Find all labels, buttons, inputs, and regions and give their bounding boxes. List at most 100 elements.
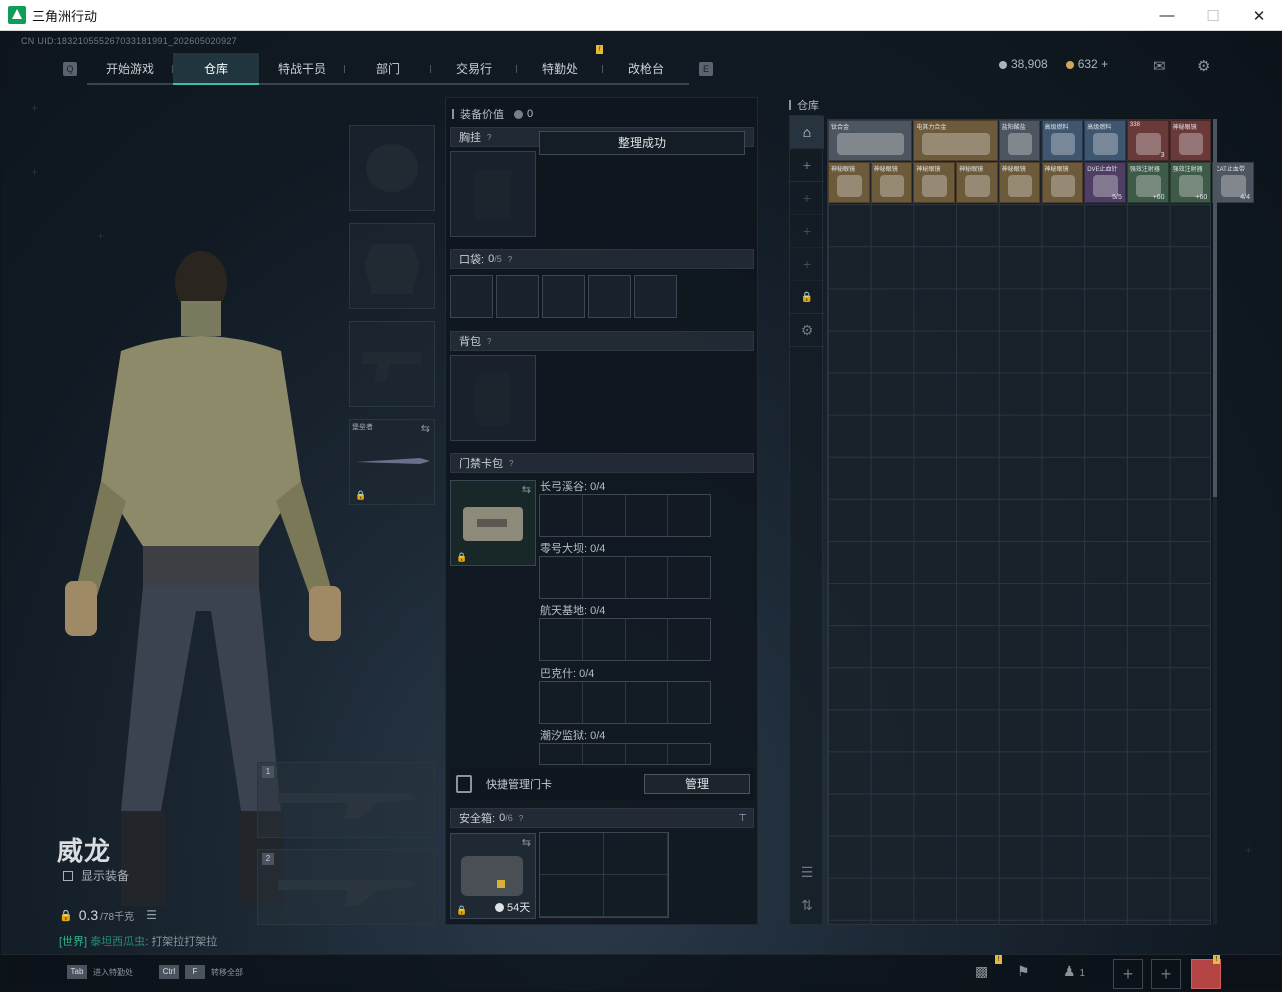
- pocket-slot[interactable]: [450, 275, 493, 318]
- tab-warehouse[interactable]: 仓库: [173, 53, 259, 85]
- warehouse-item[interactable]: 强效注射器 +60: [1169, 162, 1212, 204]
- warehouse-item[interactable]: 神秘眼镜: [870, 162, 913, 204]
- sort-icon[interactable]: ⇅: [790, 889, 824, 922]
- invite-slot-button[interactable]: +: [1113, 959, 1143, 989]
- invite-slot-button[interactable]: +: [1151, 959, 1181, 989]
- carry-weight: 🔒 0.3 /78千克 ☰: [59, 907, 157, 923]
- warehouse-sidebar: ⌂ + + + + 🔒 ⚙ ☰ ⇅: [789, 115, 824, 925]
- card-area-grid[interactable]: [539, 743, 711, 765]
- swap-icon[interactable]: ⇆: [522, 836, 531, 849]
- nav-next-icon[interactable]: E: [699, 62, 713, 76]
- chart-icon[interactable]: ▩: [975, 963, 988, 980]
- warehouse-item[interactable]: 338 3: [1126, 120, 1169, 161]
- window-controls: — ☐ ✕: [1144, 0, 1282, 31]
- world-chat-line[interactable]: [世界] 泰坦西瓜虫: 打架拉打架拉: [59, 933, 217, 949]
- swap-icon[interactable]: ⇆: [522, 483, 531, 496]
- card-area-grid[interactable]: [539, 556, 711, 599]
- warehouse-item[interactable]: 钛合金: [828, 120, 913, 161]
- item-icon: [1178, 133, 1204, 155]
- rifle-icon: [278, 880, 418, 906]
- flag-icon[interactable]: ⚑: [1017, 963, 1030, 980]
- show-equipment-toggle[interactable]: 显示装备: [63, 867, 129, 884]
- item-quantity: 4/4: [1240, 194, 1250, 202]
- item-icon: [965, 175, 990, 198]
- card-area-grid[interactable]: [539, 494, 711, 537]
- secondary-weapon-slot[interactable]: 2: [257, 849, 435, 925]
- hint-transfer-all[interactable]: Ctrl F 转移全部: [159, 965, 243, 979]
- swap-icon[interactable]: ⇆: [421, 422, 430, 435]
- nav-prev-icon[interactable]: Q: [63, 62, 77, 76]
- helmet-slot[interactable]: [349, 125, 435, 211]
- tab-gunsmith[interactable]: 改枪台: [603, 53, 689, 85]
- item-icon: [1007, 133, 1033, 155]
- warehouse-item[interactable]: 高级燃料: [1084, 120, 1126, 161]
- player-uid: CN UID:1832105552670331819​91_2026050209…: [21, 36, 237, 46]
- warehouse-item[interactable]: 神秘眼镜: [998, 162, 1041, 204]
- silver-currency: 38,908: [999, 57, 1048, 71]
- tab-start-game[interactable]: 开始游戏: [87, 53, 173, 85]
- warehouse-scrollbar[interactable]: [1213, 119, 1217, 497]
- warehouse-item[interactable]: CAT止血带 4/4: [1212, 162, 1254, 204]
- lock-icon[interactable]: 🔒: [790, 281, 824, 314]
- manage-button[interactable]: 管理: [644, 774, 750, 794]
- warehouse-item[interactable]: 神秘眼镜: [1169, 120, 1212, 161]
- card-area-grid[interactable]: [539, 618, 711, 661]
- warehouse-item[interactable]: 高级燃料: [1041, 120, 1084, 161]
- window-titlebar: 三角洲行动 — ☐ ✕: [0, 0, 1282, 31]
- melee-slot[interactable]: 堡垒者 ⇆ 🔒: [349, 419, 435, 505]
- grid-mark: +: [31, 101, 39, 115]
- checkbox[interactable]: [63, 870, 73, 881]
- pocket-slot[interactable]: [542, 275, 585, 318]
- minimize-icon[interactable]: —: [1144, 0, 1190, 31]
- warehouse-item[interactable]: 盐阳酸盐: [998, 120, 1041, 161]
- tab-market[interactable]: 交易行: [431, 53, 517, 85]
- warehouse-item[interactable]: 神秘眼镜: [1041, 162, 1084, 204]
- tab-department[interactable]: 部门: [345, 53, 431, 85]
- item-name: 神秘眼镜: [916, 167, 941, 174]
- warehouse-item[interactable]: 神秘眼镜: [956, 162, 998, 204]
- friends-icon[interactable]: ♟ 1: [1063, 963, 1085, 980]
- maximize-icon[interactable]: ☐: [1190, 0, 1236, 31]
- pocket-slot[interactable]: [496, 275, 539, 318]
- layers-icon[interactable]: ☰: [790, 856, 824, 889]
- plus-icon[interactable]: +: [790, 149, 824, 182]
- safe-box-item[interactable]: ⇆ 🔒 54天: [450, 833, 536, 919]
- list-icon[interactable]: ☰: [146, 908, 157, 922]
- primary-weapon-slot[interactable]: 1: [257, 762, 435, 838]
- plus-icon[interactable]: +: [790, 215, 824, 248]
- pin-icon[interactable]: ⊤: [738, 813, 747, 824]
- warehouse-grid[interactable]: 钛合金 电其力合金 盐阳酸盐 高级燃料 高级燃料 338 3 神秘眼镜 神秘眼镜 神秘眼镜 神秘眼镜…: [827, 119, 1254, 925]
- warehouse-icon[interactable]: ⌂: [790, 116, 824, 149]
- plus-icon[interactable]: +: [790, 248, 824, 281]
- pocket-slot[interactable]: [588, 275, 631, 318]
- warehouse-item[interactable]: DVE止血针 5/5: [1084, 162, 1126, 204]
- pistol-slot[interactable]: [349, 321, 435, 407]
- armor-slot[interactable]: [349, 223, 435, 309]
- safe-box-header: 安全箱: 0 /6 ? ⊤: [450, 808, 754, 828]
- safe-box-grid[interactable]: [539, 832, 669, 918]
- pocket-slot[interactable]: [634, 275, 677, 318]
- gold-coin-icon: [1065, 60, 1074, 69]
- tab-operators[interactable]: 特战干员: [259, 53, 345, 85]
- settings-icon[interactable]: ⚙: [1197, 57, 1210, 75]
- item-name: 强效注射器: [1129, 167, 1160, 174]
- chest-rig-slot[interactable]: [450, 151, 536, 237]
- item-name: 神秘眼镜: [1001, 167, 1026, 174]
- tab-special-ops[interactable]: 特勤处!: [517, 45, 603, 85]
- mail-icon[interactable]: ✉: [1153, 57, 1166, 75]
- keycard-pack-item[interactable]: ⇆ 🔒: [450, 480, 536, 566]
- warehouse-item[interactable]: 神秘眼镜: [828, 162, 870, 204]
- gear-icon[interactable]: ⚙: [790, 314, 824, 347]
- gold-currency[interactable]: 632 +: [1065, 57, 1108, 71]
- warehouse-item[interactable]: 强效注射器 +60: [1126, 162, 1169, 204]
- warehouse-item[interactable]: 电其力合金: [913, 120, 998, 161]
- close-icon[interactable]: ✕: [1236, 0, 1282, 31]
- backpack-header: 背包?: [450, 331, 754, 351]
- card-area-grid[interactable]: [539, 681, 711, 724]
- warehouse-item[interactable]: 神秘眼镜: [913, 162, 956, 204]
- item-icon: [1007, 175, 1033, 198]
- hint-enter-special-ops[interactable]: Tab 进入特勤处: [67, 965, 133, 979]
- plus-icon[interactable]: +: [790, 182, 824, 215]
- backpack-slot[interactable]: [450, 355, 536, 441]
- warehouse-title: 仓库: [789, 97, 819, 113]
